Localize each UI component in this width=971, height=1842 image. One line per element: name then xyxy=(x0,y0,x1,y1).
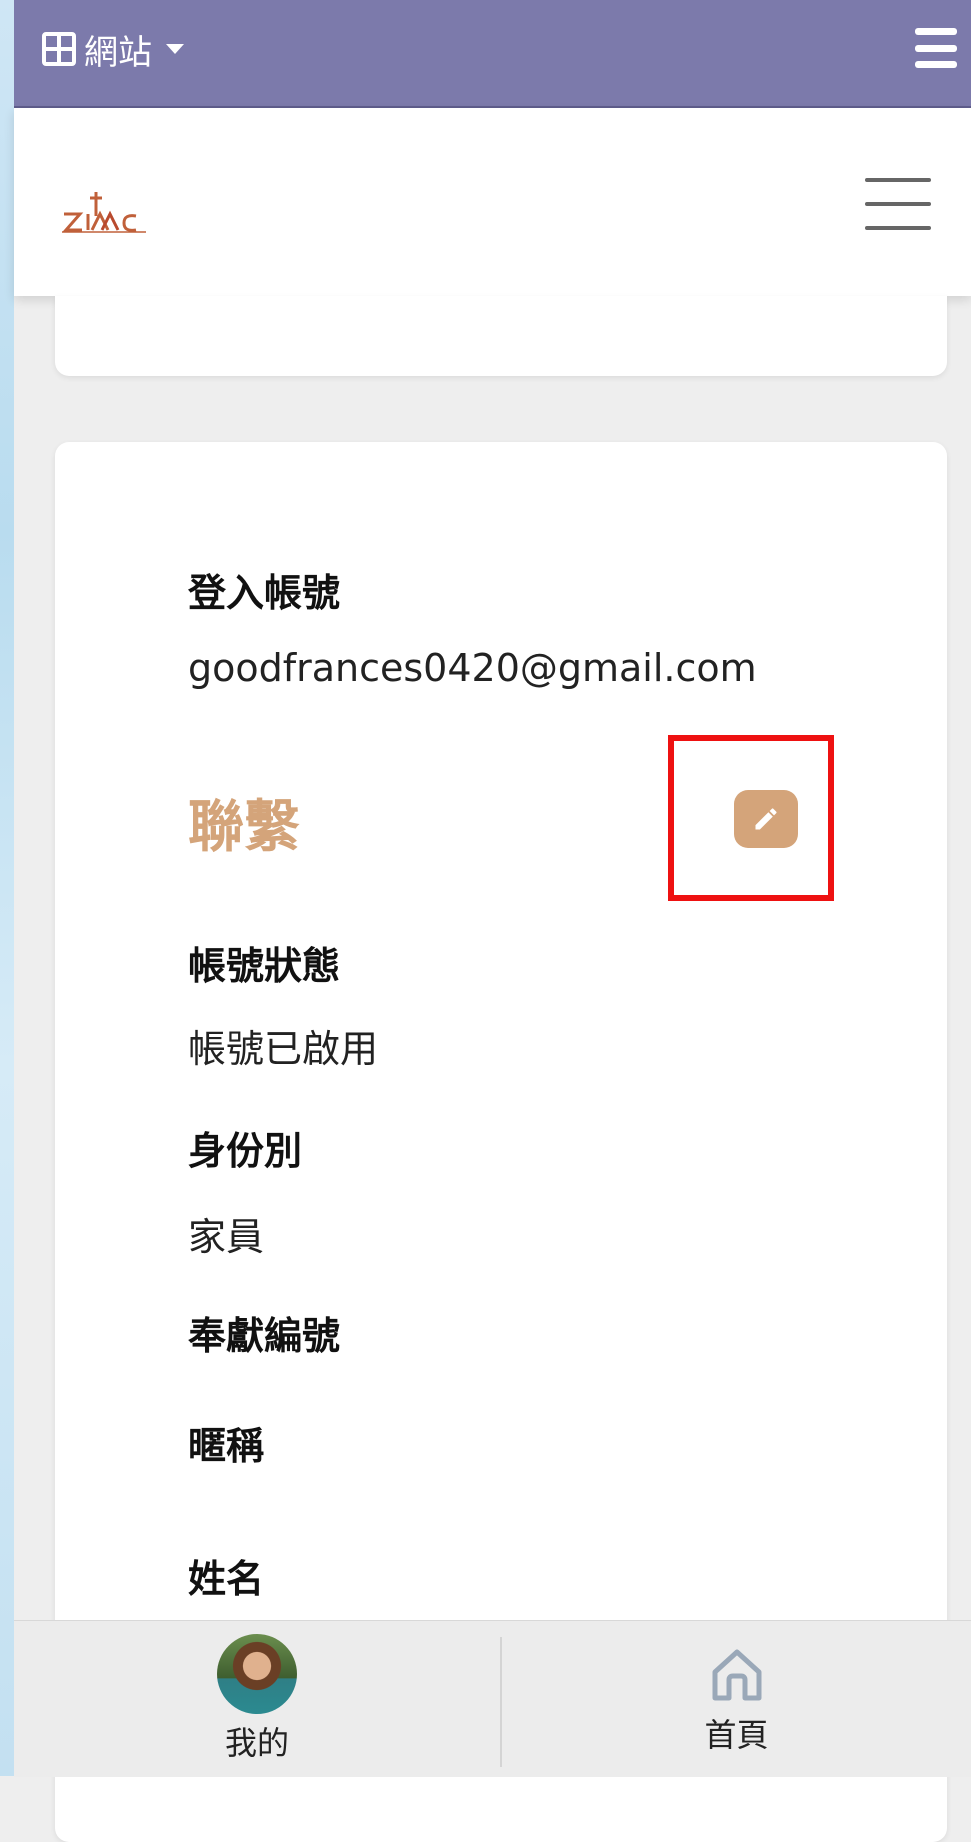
account-status-value: 帳號已啟用 xyxy=(188,1027,379,1071)
header-menu-icon[interactable] xyxy=(865,178,931,230)
nickname-label: 暱稱 xyxy=(188,1424,265,1468)
previous-card xyxy=(55,296,947,376)
name-label: 姓名 xyxy=(188,1557,265,1601)
nav-item-my[interactable]: 我的 xyxy=(14,1621,500,1777)
avatar xyxy=(217,1634,297,1714)
site-header xyxy=(14,108,971,296)
contact-section-title: 聯繫 xyxy=(188,795,300,860)
highlight-box xyxy=(668,735,834,901)
login-account-value: goodfrances0420@gmail.com xyxy=(188,646,757,690)
login-account-label: 登入帳號 xyxy=(188,571,341,615)
nav-item-home[interactable]: 首頁 xyxy=(502,1621,971,1777)
zitac-logo[interactable] xyxy=(60,186,150,234)
offering-number-label: 奉獻編號 xyxy=(188,1314,341,1358)
identity-value: 家員 xyxy=(188,1215,265,1259)
top-menu-icon[interactable] xyxy=(915,28,957,68)
home-icon xyxy=(712,1649,761,1701)
page-edge-strip xyxy=(0,0,14,1776)
nav-item-my-label: 我的 xyxy=(224,1724,289,1762)
top-bar: 網站 xyxy=(14,0,971,108)
bottom-nav: 我的 首頁 xyxy=(14,1620,971,1777)
nav-item-home-label: 首頁 xyxy=(704,1716,769,1754)
site-switcher-label: 網站 xyxy=(84,32,152,73)
identity-label: 身份別 xyxy=(188,1129,303,1173)
caret-down-icon xyxy=(166,44,184,54)
site-switcher[interactable]: 網站 xyxy=(42,24,184,74)
account-status-label: 帳號狀態 xyxy=(188,944,341,988)
grid-icon xyxy=(42,32,76,66)
